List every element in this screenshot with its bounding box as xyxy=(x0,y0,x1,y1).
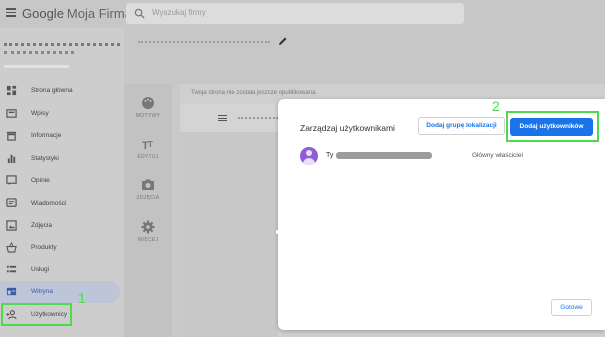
dialog-edge-marker xyxy=(276,230,280,234)
manage-users-dialog: Zarządzaj użytkownikami Dodaj grupę loka… xyxy=(278,98,605,330)
annotation-step-2: 2 xyxy=(492,98,500,114)
palette-icon xyxy=(142,97,154,109)
tool-photos[interactable]: ZDJĘCIA xyxy=(124,178,172,201)
tool-more[interactable]: WIĘCEJ xyxy=(124,220,172,243)
app-logo[interactable]: Google Moja Firma xyxy=(22,6,132,21)
preview-menu-icon xyxy=(218,115,227,121)
annotation-step-1: 1 xyxy=(78,290,86,306)
search-icon xyxy=(134,8,145,19)
tool-label: MOTYWY xyxy=(135,113,161,119)
tool-label: EDYTUJ xyxy=(137,154,159,160)
user-role: Główny właściciel xyxy=(472,152,523,159)
done-button[interactable]: Gotowe xyxy=(551,299,592,316)
info-store-icon xyxy=(6,131,17,141)
preview-title-redacted xyxy=(238,116,278,119)
product-name: Moja Firma xyxy=(66,6,132,21)
business-name-redacted xyxy=(4,36,120,46)
bar-chart-icon xyxy=(7,154,16,164)
website-icon xyxy=(6,287,17,296)
highlight-box-add-users xyxy=(506,111,599,142)
website-url-redacted xyxy=(138,40,270,43)
sidebar-item-photos[interactable]: Zdjęcia xyxy=(0,215,124,237)
sidebar-item-messages[interactable]: Wiadomości xyxy=(0,193,124,215)
toolbar-band xyxy=(124,56,605,84)
user-email-redacted xyxy=(336,152,432,159)
editor-tools-panel: MOTYWY TT EDYTUJ ZDJĘCIA WIĘCEJ xyxy=(124,84,172,337)
tool-label: WIĘCEJ xyxy=(137,237,159,243)
text-edit-icon: TT xyxy=(142,140,153,151)
search-placeholder: Wyszukaj firmy xyxy=(152,8,206,17)
search-input[interactable]: Wyszukaj firmy xyxy=(126,3,464,24)
sidebar-item-label: Produkty xyxy=(31,244,57,251)
sidebar-item-website[interactable]: Witryna xyxy=(0,281,120,303)
sidebar-item-services[interactable]: Usługi xyxy=(0,259,124,281)
sidebar-item-products[interactable]: Produkty xyxy=(0,237,124,259)
top-app-bar: Google Moja Firma Wyszukaj firmy xyxy=(0,0,605,28)
add-location-group-button[interactable]: Dodaj grupę lokalizacji xyxy=(418,117,505,135)
sidebar-item-reviews[interactable]: Opinie xyxy=(0,170,124,192)
tool-themes[interactable]: MOTYWY xyxy=(124,96,172,119)
dialog-title: Zarządzaj użytkownikami xyxy=(300,123,395,133)
preview-content xyxy=(180,132,278,337)
list-icon xyxy=(6,265,17,273)
tool-edit[interactable]: TT EDYTUJ xyxy=(124,137,172,160)
camera-icon xyxy=(142,179,154,190)
business-address-redacted xyxy=(4,65,69,68)
tool-label: ZDJĘCIA xyxy=(136,195,160,201)
sidebar-item-label: Zdjęcia xyxy=(31,222,52,229)
home-grid-icon xyxy=(6,85,17,96)
google-logo-text: Google xyxy=(22,6,64,21)
message-icon xyxy=(6,198,17,207)
avatar xyxy=(300,147,318,165)
business-name-redacted-line2 xyxy=(4,48,74,54)
sidebar-item-label: Wpisy xyxy=(31,110,49,117)
sidebar-item-label: Informacje xyxy=(31,132,62,139)
highlight-box-users xyxy=(1,303,72,326)
pencil-icon[interactable] xyxy=(278,36,288,46)
sidebar-item-info[interactable]: Informacje xyxy=(0,125,124,147)
sidebar-item-label: Wiadomości xyxy=(31,200,67,207)
review-icon xyxy=(6,175,17,186)
sidebar-item-posts[interactable]: Wpisy xyxy=(0,103,124,125)
sidebar-item-home[interactable]: Strona główna xyxy=(0,80,124,102)
sidebar-item-label: Statystyki xyxy=(31,155,59,162)
sidebar-item-label: Opinie xyxy=(31,177,50,184)
basket-icon xyxy=(6,242,17,253)
sidebar-item-stats[interactable]: Statystyki xyxy=(0,148,124,170)
hamburger-menu-icon[interactable] xyxy=(6,8,16,17)
user-name: Ty xyxy=(326,152,334,159)
not-published-notice: Twoja strona nie została jeszcze opublik… xyxy=(191,90,318,96)
svg-text:T: T xyxy=(148,140,153,149)
posts-icon xyxy=(6,109,17,118)
sidebar-item-label: Witryna xyxy=(31,288,54,295)
user-row: Ty Główny właściciel xyxy=(300,147,590,165)
sidebar-item-label: Strona główna xyxy=(31,87,73,94)
sidebar-item-label: Usługi xyxy=(31,266,50,273)
photo-icon xyxy=(6,220,17,231)
gear-icon xyxy=(141,220,155,234)
